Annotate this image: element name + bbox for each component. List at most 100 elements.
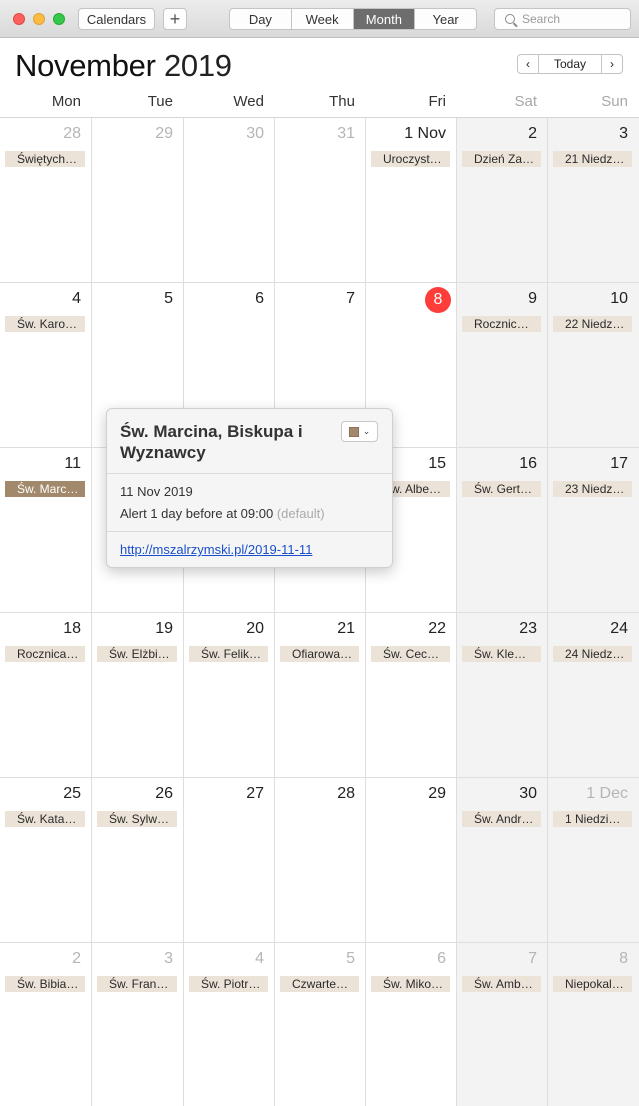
day-cell[interactable]: 8 Niepokal… <box>548 943 638 1105</box>
event[interactable]: Św. Felik… <box>189 646 268 662</box>
event[interactable]: 22 Niedz… <box>553 316 632 332</box>
day-cell[interactable]: 4 Św. Piotr… <box>184 943 274 1105</box>
day-cell[interactable]: 6 Św. Miko… <box>366 943 456 1105</box>
event[interactable]: Czwarte… <box>280 976 359 992</box>
event[interactable]: Dzień Za… <box>462 151 541 167</box>
day-number: 30 <box>519 785 537 802</box>
toolbar: Calendars + Day Week Month Year Search <box>0 0 639 38</box>
event-popover: Św. Marcina, Biskupa i Wyznawcy ⌄ 11 Nov… <box>106 408 393 568</box>
event[interactable]: Rocznica… <box>5 646 85 662</box>
day-number: 23 <box>519 620 537 637</box>
tab-day[interactable]: Day <box>230 9 292 29</box>
event[interactable]: Św. Sylw… <box>97 811 177 827</box>
day-cell[interactable]: 27 <box>184 778 274 942</box>
event[interactable]: Św. Cecy… <box>371 646 450 662</box>
event[interactable]: Św. Amb… <box>462 976 541 992</box>
event[interactable]: Św. Gert… <box>462 481 541 497</box>
day-cell[interactable]: 20 Św. Felik… <box>184 613 274 777</box>
event[interactable]: Uroczyst… <box>371 151 450 167</box>
event[interactable]: Świętych… <box>5 151 85 167</box>
event[interactable]: Św. Bibia… <box>5 976 85 992</box>
day-cell[interactable]: 22 Św. Cecy… <box>366 613 456 777</box>
day-number: 29 <box>155 125 173 142</box>
day-number: 24 <box>610 620 628 637</box>
day-cell[interactable]: 9 Rocznica… <box>457 283 547 447</box>
day-number: 11 <box>64 455 81 472</box>
event[interactable]: Św. Miko… <box>371 976 450 992</box>
event-alert-default: (default) <box>276 506 325 521</box>
day-cell[interactable]: 29 <box>366 778 456 942</box>
day-cell[interactable]: 5 Czwarte… <box>275 943 365 1105</box>
event[interactable]: Św. Klem… <box>462 646 541 662</box>
day-number: 20 <box>246 620 264 637</box>
event[interactable]: Św. Karol… <box>5 316 85 332</box>
calendars-button[interactable]: Calendars <box>78 8 155 30</box>
day-cell[interactable]: 2 Dzień Za… <box>457 118 547 282</box>
event-url-link[interactable]: http://mszalrzymski.pl/2019-11-11 <box>120 542 312 557</box>
day-number: 25 <box>63 785 81 802</box>
event[interactable]: Św. Elżbi… <box>97 646 177 662</box>
day-cell[interactable]: 3 21 Niedzi… <box>548 118 638 282</box>
event[interactable]: 23 Niedz… <box>553 481 632 497</box>
day-cell[interactable]: 28 Świętych… <box>0 118 91 282</box>
day-cell[interactable]: 2 Św. Bibia… <box>0 943 91 1105</box>
day-cell[interactable]: 16 Św. Gert… <box>457 448 547 612</box>
day-cell[interactable]: 4 Św. Karol… <box>0 283 91 447</box>
day-number: 21 <box>337 620 355 637</box>
search-input[interactable]: Search <box>494 8 631 30</box>
next-month-button[interactable]: › <box>601 54 623 74</box>
event-date[interactable]: 11 Nov 2019 <box>120 484 193 499</box>
tab-week[interactable]: Week <box>292 9 354 29</box>
event[interactable]: Św. Piotr… <box>189 976 268 992</box>
day-number: 1 Nov <box>404 125 446 142</box>
tab-year[interactable]: Year <box>415 9 476 29</box>
day-cell[interactable]: 18 Rocznica… <box>0 613 91 777</box>
weekday-label: Sun <box>601 93 628 110</box>
day-cell[interactable]: 1 Dec 1 Niedzie… <box>548 778 638 942</box>
chevron-right-icon: › <box>610 57 614 71</box>
calendar-color-swatch <box>348 426 359 437</box>
day-cell[interactable]: 31 <box>275 118 365 282</box>
event[interactable]: 24 Niedz… <box>553 646 632 662</box>
page-title: November 2019 <box>15 48 232 84</box>
previous-month-button[interactable]: ‹ <box>517 54 539 74</box>
calendar-color-picker[interactable]: ⌄ <box>341 421 378 442</box>
event[interactable]: Św. Andr… <box>462 811 541 827</box>
zoom-window-button[interactable] <box>53 13 65 25</box>
event[interactable]: 1 Niedzie… <box>553 811 632 827</box>
tab-month[interactable]: Month <box>353 9 416 29</box>
close-window-button[interactable] <box>13 13 25 25</box>
event[interactable]: Św. Katar… <box>5 811 85 827</box>
day-cell[interactable]: 3 Św. Fran… <box>92 943 183 1105</box>
day-number: 16 <box>519 455 537 472</box>
weekday-label: Mon <box>51 93 81 110</box>
day-cell[interactable]: 28 <box>275 778 365 942</box>
day-cell[interactable]: 7 Św. Amb… <box>457 943 547 1105</box>
day-cell[interactable]: 10 22 Niedz… <box>548 283 638 447</box>
day-cell[interactable]: 11 Św. Marc… <box>0 448 91 612</box>
day-cell[interactable]: 30 <box>184 118 274 282</box>
day-cell[interactable]: 25 Św. Katar… <box>0 778 91 942</box>
day-cell[interactable]: 26 Św. Sylw… <box>92 778 183 942</box>
event-title[interactable]: Św. Marcina, Biskupa i Wyznawcy <box>120 421 330 463</box>
add-event-button[interactable]: + <box>163 8 187 30</box>
event[interactable]: Niepokal… <box>553 976 632 992</box>
weekday-label: Fri <box>428 93 447 110</box>
day-cell[interactable]: 29 <box>92 118 183 282</box>
selected-event[interactable]: Św. Marc… <box>5 481 85 497</box>
event[interactable]: 21 Niedzi… <box>553 151 632 167</box>
day-cell[interactable]: 17 23 Niedz… <box>548 448 638 612</box>
day-cell[interactable]: 1 Nov Uroczyst… <box>366 118 456 282</box>
today-button[interactable]: Today <box>539 54 601 74</box>
minimize-window-button[interactable] <box>33 13 45 25</box>
event[interactable]: Św. Fran… <box>97 976 177 992</box>
day-cell[interactable]: 30 Św. Andr… <box>457 778 547 942</box>
event[interactable]: Ofiarowa… <box>280 646 359 662</box>
day-cell[interactable]: 21 Ofiarowa… <box>275 613 365 777</box>
day-number: 2 <box>528 125 537 142</box>
event-alert[interactable]: Alert 1 day before at 09:00 (default) <box>120 506 325 521</box>
event[interactable]: Rocznica… <box>462 316 541 332</box>
day-cell[interactable]: 19 Św. Elżbi… <box>92 613 183 777</box>
day-cell[interactable]: 23 Św. Klem… <box>457 613 547 777</box>
day-cell[interactable]: 24 24 Niedz… <box>548 613 638 777</box>
